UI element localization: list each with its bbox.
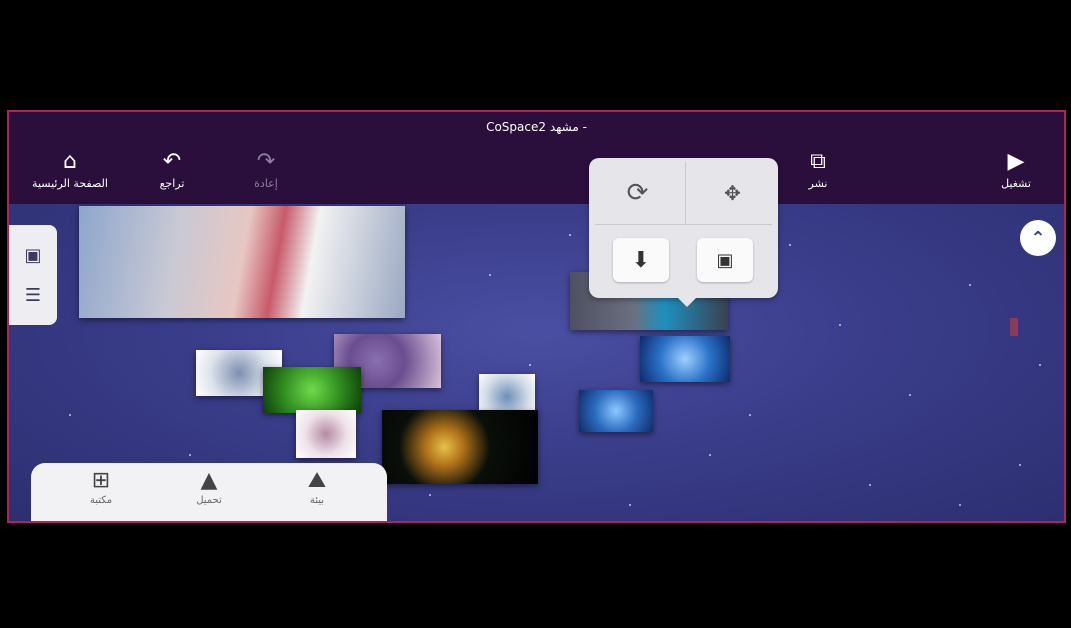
rotate-icon: ⟳ [626, 178, 649, 208]
drop-to-floor-icon: ⬇ [631, 247, 651, 273]
list-icon[interactable]: ☰ [19, 281, 47, 309]
scene-title: CoSpace2 مشهد - [486, 120, 587, 134]
double-chevron-up-icon: ⌃ [1030, 227, 1046, 249]
upload-label: تحميل [196, 495, 222, 506]
dental-photo[interactable] [79, 206, 405, 318]
upload-icon: ▲ [200, 468, 218, 493]
undo-icon: ↶ [162, 149, 182, 174]
virus-image-7[interactable] [579, 390, 653, 432]
environment-button[interactable]: ⛰ بيئة [277, 468, 357, 507]
resize-button[interactable]: ▣ [697, 238, 753, 282]
top-toolbar: CoSpace2 مشهد - ⌂ الصفحة الرئيسية ↶ تراج… [9, 112, 1064, 204]
share-label: نشر [808, 177, 828, 190]
redo-icon: ↷ [256, 149, 276, 174]
bacteria-image[interactable] [263, 367, 361, 413]
virus-image-6[interactable] [640, 336, 730, 382]
drop-to-floor-button[interactable]: ⬇ [613, 238, 669, 282]
home-icon: ⌂ [63, 149, 77, 174]
rotate-button[interactable]: ⟳ [591, 162, 684, 224]
bottom-dock: ⊞ مكتبة ▲ تحميل ⛰ بيئة [31, 463, 387, 521]
virus-image-5[interactable] [382, 410, 538, 484]
environment-icon: ⛰ [307, 468, 327, 493]
collapse-up-button[interactable]: ⌃ [1020, 220, 1056, 256]
environment-label: بيئة [309, 495, 325, 506]
image-icon[interactable]: ▣ [19, 241, 47, 269]
play-label: تشغيل [1001, 177, 1031, 190]
undo-button[interactable]: ↶ تراجع [127, 149, 217, 191]
play-icon: ▶ [1007, 149, 1025, 174]
redo-button[interactable]: ↷ إعادة [221, 149, 311, 191]
move-icon: ✥ [724, 181, 741, 205]
play-button[interactable]: ▶ تشغيل [971, 149, 1061, 191]
side-panel: ▣ ☰ [9, 225, 57, 325]
home-label: الصفحة الرئيسية [32, 177, 108, 190]
upload-button[interactable]: ▲ تحميل [169, 468, 249, 507]
scene-marker [1010, 318, 1018, 336]
transform-popover: ⟳ ✥ ⬇ ▣ [589, 158, 779, 307]
app-frame: CoSpace2 مشهد - ⌂ الصفحة الرئيسية ↶ تراج… [7, 110, 1066, 523]
library-label: مكتبة [89, 495, 113, 506]
share-icon: ⧉ [810, 149, 826, 174]
move-button[interactable]: ✥ [685, 162, 779, 224]
undo-label: تراجع [159, 177, 185, 190]
virus-image-3[interactable] [296, 410, 356, 458]
library-button[interactable]: ⊞ مكتبة [61, 468, 141, 507]
popover-arrow [677, 297, 697, 307]
resize-icon: ▣ [716, 249, 734, 271]
home-button[interactable]: ⌂ الصفحة الرئيسية [25, 149, 115, 191]
redo-label: إعادة [254, 177, 278, 190]
share-button[interactable]: ⧉ نشر [773, 149, 863, 191]
library-icon: ⊞ [91, 468, 111, 493]
